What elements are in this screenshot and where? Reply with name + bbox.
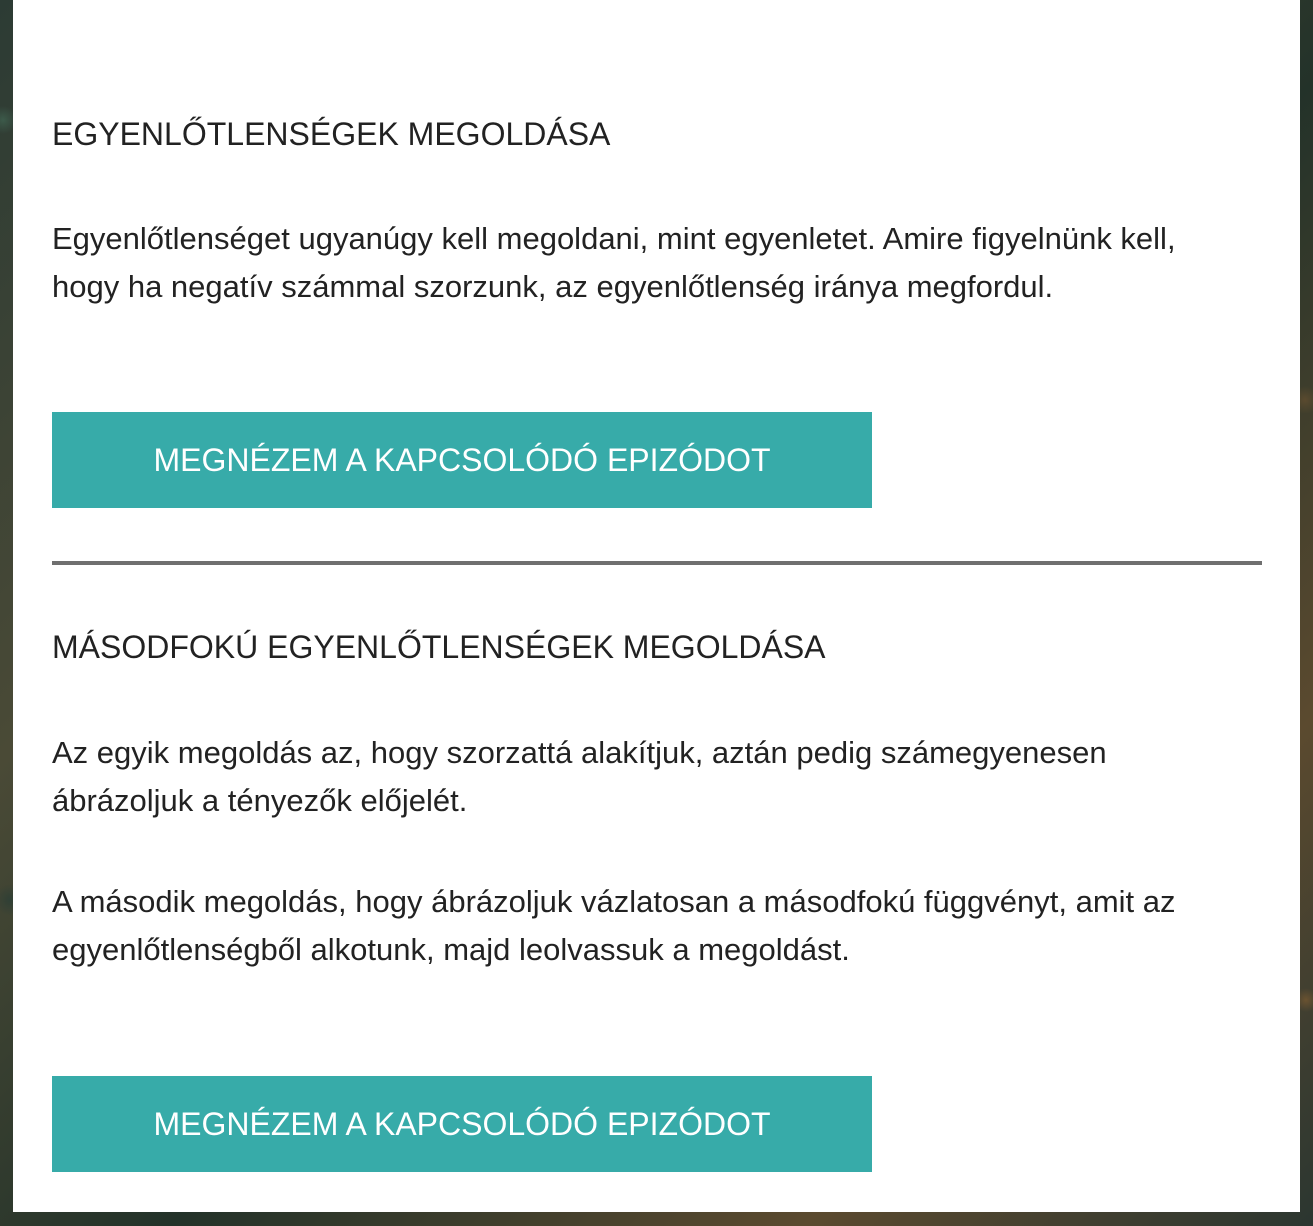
section-quadratic-body-2: A második megoldás, hogy ábrázoljuk vázl… [52,878,1262,974]
section-divider [52,561,1262,565]
section-inequalities-body: Egyenlőtlenséget ugyanúgy kell megoldani… [52,215,1262,311]
section-description: Egyenlőtlenséget ugyanúgy kell megoldani… [52,221,1176,304]
section-description-first-method: Az egyik megoldás az, hogy szorzattá ala… [52,735,1107,818]
section-title: MÁSODFOKÚ EGYENLŐTLENSÉGEK MEGOLDÁSA [52,629,826,665]
content-panel: EGYENLŐTLENSÉGEK MEGOLDÁSA Egyenlőtlensé… [13,0,1300,1212]
section-inequalities: EGYENLŐTLENSÉGEK MEGOLDÁSA [52,114,1262,154]
section-description-second-method: A második megoldás, hogy ábrázoljuk vázl… [52,884,1176,967]
watch-episode-button[interactable]: MEGNÉZEM A KAPCSOLÓDÓ EPIZÓDOT [52,412,872,508]
section-quadratic-body: Az egyik megoldás az, hogy szorzattá ala… [52,729,1262,825]
section-quadratic-inequalities: MÁSODFOKÚ EGYENLŐTLENSÉGEK MEGOLDÁSA [52,627,1262,667]
section-title: EGYENLŐTLENSÉGEK MEGOLDÁSA [52,116,611,152]
watch-episode-button[interactable]: MEGNÉZEM A KAPCSOLÓDÓ EPIZÓDOT [52,1076,872,1172]
